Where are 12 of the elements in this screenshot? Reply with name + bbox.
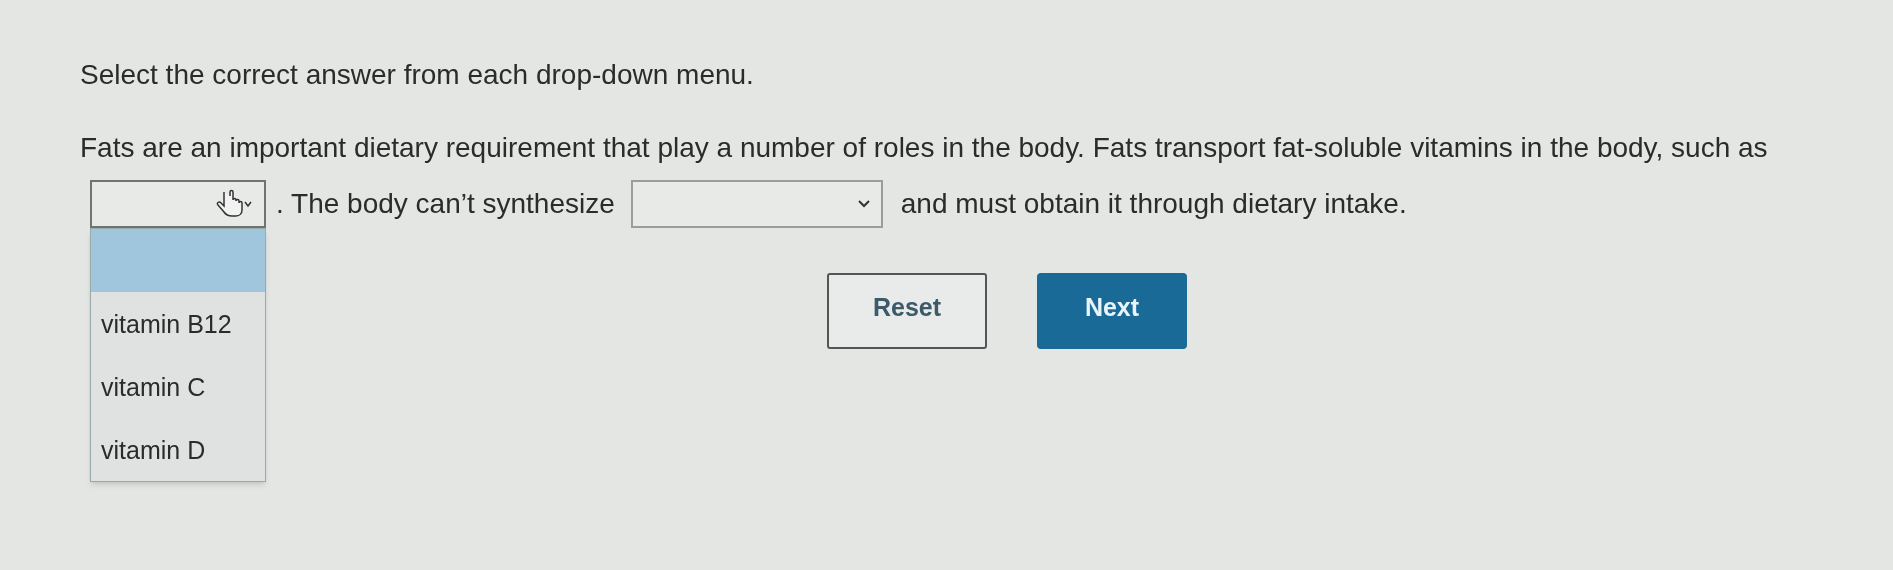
dropdown-field[interactable] bbox=[90, 180, 266, 228]
question-text: . The body can’t synthesize bbox=[276, 187, 615, 221]
dropdown-option[interactable]: vitamin B12 bbox=[91, 292, 265, 355]
dropdown-field[interactable] bbox=[630, 180, 883, 228]
question-text: and must obtain it through dietary intake. bbox=[900, 187, 1407, 221]
chevron-down-icon bbox=[856, 199, 871, 209]
instruction-text: Select the correct answer from each drop-down menu. bbox=[80, 58, 754, 92]
dropdown-option[interactable]: vitamin D bbox=[91, 418, 265, 481]
dropdown-option[interactable]: vitamin C bbox=[91, 355, 265, 418]
reset-button[interactable]: Reset bbox=[827, 273, 987, 349]
next-button[interactable]: Next bbox=[1037, 273, 1187, 349]
question-text: Fats are an important dietary requirement that play a number of roles in the body. Fats transport fat-soluble vitamins in the body, such as bbox=[80, 131, 1768, 165]
